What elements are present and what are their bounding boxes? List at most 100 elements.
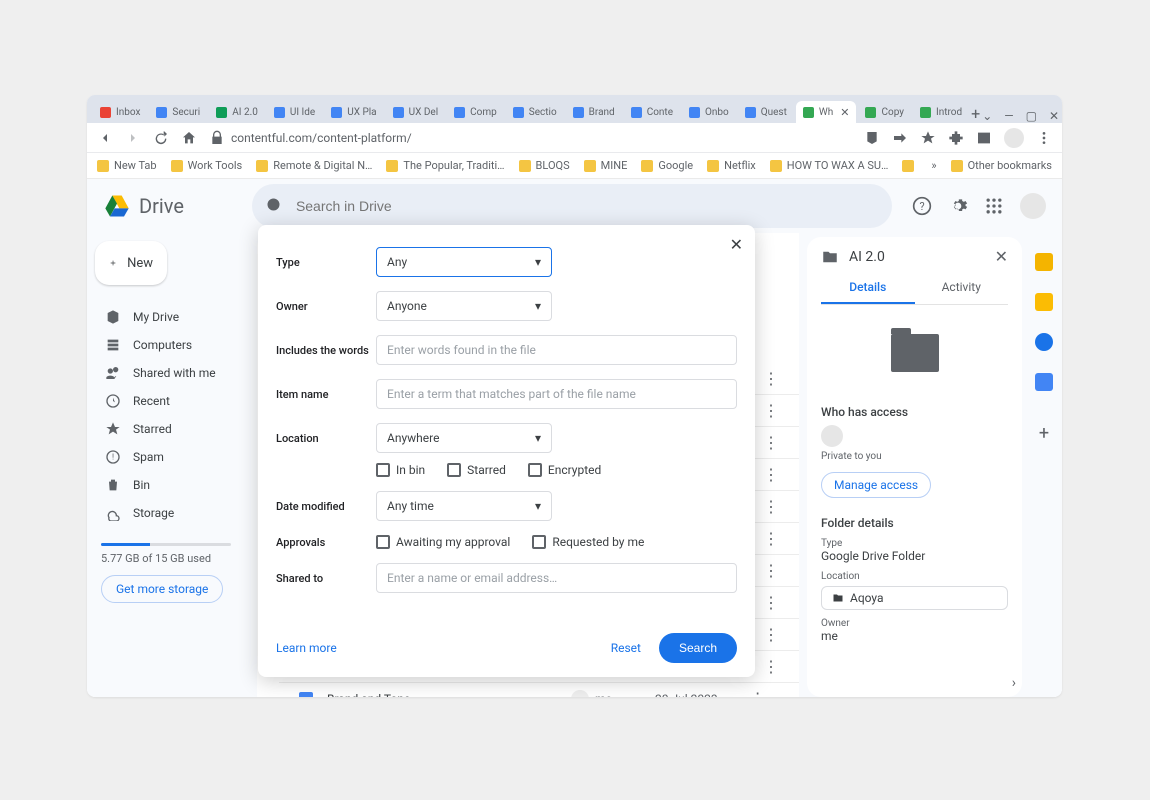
sidebar-item-starred[interactable]: Starred: [95, 415, 249, 443]
starred-checkbox[interactable]: Starred: [447, 463, 506, 477]
browser-tab[interactable]: AI 2.0: [209, 101, 265, 123]
search-bar[interactable]: [252, 184, 892, 228]
menu-icon[interactable]: [1036, 130, 1052, 146]
awaiting-checkbox[interactable]: Awaiting my approval: [376, 535, 510, 549]
bookmark-item[interactable]: Netflix: [707, 159, 756, 172]
date-select[interactable]: Any time▾: [376, 491, 552, 521]
close-icon[interactable]: ✕: [995, 247, 1008, 266]
tab-details[interactable]: Details: [821, 280, 915, 304]
row-menu-icon[interactable]: ⋮: [763, 657, 779, 676]
tab-activity[interactable]: Activity: [915, 280, 1009, 304]
row-menu-icon[interactable]: ⋮: [763, 529, 779, 548]
browser-tab[interactable]: Quest: [738, 101, 794, 123]
row-menu-icon[interactable]: ⋮: [763, 593, 779, 612]
sidebar-item-recent[interactable]: Recent: [95, 387, 249, 415]
contacts-icon[interactable]: [1035, 333, 1053, 351]
forward-icon[interactable]: [125, 130, 141, 146]
tune-icon[interactable]: [860, 197, 878, 215]
browser-tab[interactable]: Wh✕: [796, 101, 857, 123]
share-icon[interactable]: [892, 130, 908, 146]
row-menu-icon[interactable]: ⋮: [750, 689, 766, 697]
get-more-storage[interactable]: Get more storage: [101, 575, 223, 603]
includes-input[interactable]: Enter words found in the file: [376, 335, 737, 365]
browser-tab[interactable]: Inbox: [93, 101, 147, 123]
sidebar-item-spam[interactable]: !Spam: [95, 443, 249, 471]
sidepanel-icon[interactable]: [976, 130, 992, 146]
tasks-icon[interactable]: [1035, 293, 1053, 311]
sidebar-item-storage[interactable]: Storage: [95, 499, 249, 527]
bookmark-item[interactable]: The Popular, Traditi…: [386, 159, 504, 172]
file-row[interactable]: Brand and Tone me 20 Jul 2023 ⋮: [279, 683, 799, 697]
manage-access-button[interactable]: Manage access: [821, 472, 931, 498]
plus-icon[interactable]: +: [1039, 423, 1049, 444]
install-icon[interactable]: [864, 130, 880, 146]
requested-checkbox[interactable]: Requested by me: [532, 535, 644, 549]
in-bin-checkbox[interactable]: In bin: [376, 463, 425, 477]
browser-tab[interactable]: Introd: [913, 101, 969, 123]
chevron-down-icon[interactable]: ⌄: [982, 109, 992, 123]
bookmark-item[interactable]: MINE: [584, 159, 628, 172]
search-input[interactable]: [296, 198, 848, 214]
apps-icon[interactable]: [984, 196, 1004, 216]
location-select[interactable]: Anywhere▾: [376, 423, 552, 453]
row-menu-icon[interactable]: ⋮: [763, 561, 779, 580]
bookmark-item[interactable]: New Tab: [97, 159, 157, 172]
user-avatar[interactable]: [1020, 193, 1046, 219]
star-icon[interactable]: [920, 130, 936, 146]
browser-tab[interactable]: Brand: [566, 101, 622, 123]
browser-tab[interactable]: UX Del: [386, 101, 446, 123]
person-icon[interactable]: [1035, 373, 1053, 391]
browser-tab[interactable]: Sectio: [506, 101, 564, 123]
bookmark-item[interactable]: Google: [641, 159, 693, 172]
reload-icon[interactable]: [153, 130, 169, 146]
maximize-icon[interactable]: ▢: [1026, 109, 1037, 123]
bookmark-item[interactable]: Work Tools: [171, 159, 243, 172]
other-bookmarks[interactable]: Other bookmarks: [951, 159, 1052, 172]
new-tab-button[interactable]: +: [971, 104, 980, 123]
profile-avatar[interactable]: [1004, 128, 1024, 148]
home-icon[interactable]: [181, 130, 197, 146]
encrypted-checkbox[interactable]: Encrypted: [528, 463, 601, 477]
help-icon[interactable]: ?: [912, 196, 932, 216]
reset-button[interactable]: Reset: [611, 641, 641, 655]
row-menu-icon[interactable]: ⋮: [763, 497, 779, 516]
keep-icon[interactable]: [1035, 253, 1053, 271]
browser-tab[interactable]: Conte: [624, 101, 680, 123]
row-menu-icon[interactable]: ⋮: [763, 401, 779, 420]
browser-tab[interactable]: Onbo: [682, 101, 736, 123]
row-menu-icon[interactable]: ⋮: [763, 625, 779, 644]
shared-input[interactable]: Enter a name or email address…: [376, 563, 737, 593]
learn-more-link[interactable]: Learn more: [276, 641, 337, 655]
bookmark-item[interactable]: HOW TO WAX A SU…: [770, 159, 889, 172]
url-field[interactable]: contentful.com/content-platform/: [209, 130, 852, 146]
row-menu-icon[interactable]: ⋮: [763, 433, 779, 452]
close-icon[interactable]: ✕: [1049, 109, 1059, 123]
owner-select[interactable]: Anyone▾: [376, 291, 552, 321]
browser-tab[interactable]: UI Ide: [267, 101, 322, 123]
sidebar-item-computers[interactable]: Computers: [95, 331, 249, 359]
browser-tab[interactable]: Comp: [447, 101, 504, 123]
sidebar-item-my-drive[interactable]: My Drive: [95, 303, 249, 331]
bookmark-item[interactable]: The World Clock M…: [902, 159, 917, 172]
row-menu-icon[interactable]: ⋮: [763, 465, 779, 484]
browser-tab[interactable]: UX Pla: [324, 101, 383, 123]
row-menu-icon[interactable]: ⋮: [763, 369, 779, 388]
chevron-right-icon[interactable]: ›: [1012, 675, 1016, 691]
bookmark-item[interactable]: Remote & Digital N…: [256, 159, 372, 172]
search-button[interactable]: Search: [659, 633, 737, 663]
type-select[interactable]: Any▾: [376, 247, 552, 277]
sidebar-item-shared-with-me[interactable]: Shared with me: [95, 359, 249, 387]
drive-logo[interactable]: Drive: [103, 192, 184, 220]
browser-tab[interactable]: Securi: [149, 101, 207, 123]
sidebar-item-bin[interactable]: Bin: [95, 471, 249, 499]
extensions-icon[interactable]: [948, 130, 964, 146]
browser-tab[interactable]: Copy: [858, 101, 911, 123]
item-name-input[interactable]: Enter a term that matches part of the fi…: [376, 379, 737, 409]
close-icon[interactable]: ✕: [730, 235, 743, 254]
minimize-icon[interactable]: —: [1004, 109, 1013, 123]
gear-icon[interactable]: [948, 196, 968, 216]
bookmark-item[interactable]: BLOQS: [519, 159, 570, 172]
new-button[interactable]: New: [95, 241, 167, 285]
back-icon[interactable]: [97, 130, 113, 146]
location-chip[interactable]: Aqoya: [821, 586, 1008, 610]
